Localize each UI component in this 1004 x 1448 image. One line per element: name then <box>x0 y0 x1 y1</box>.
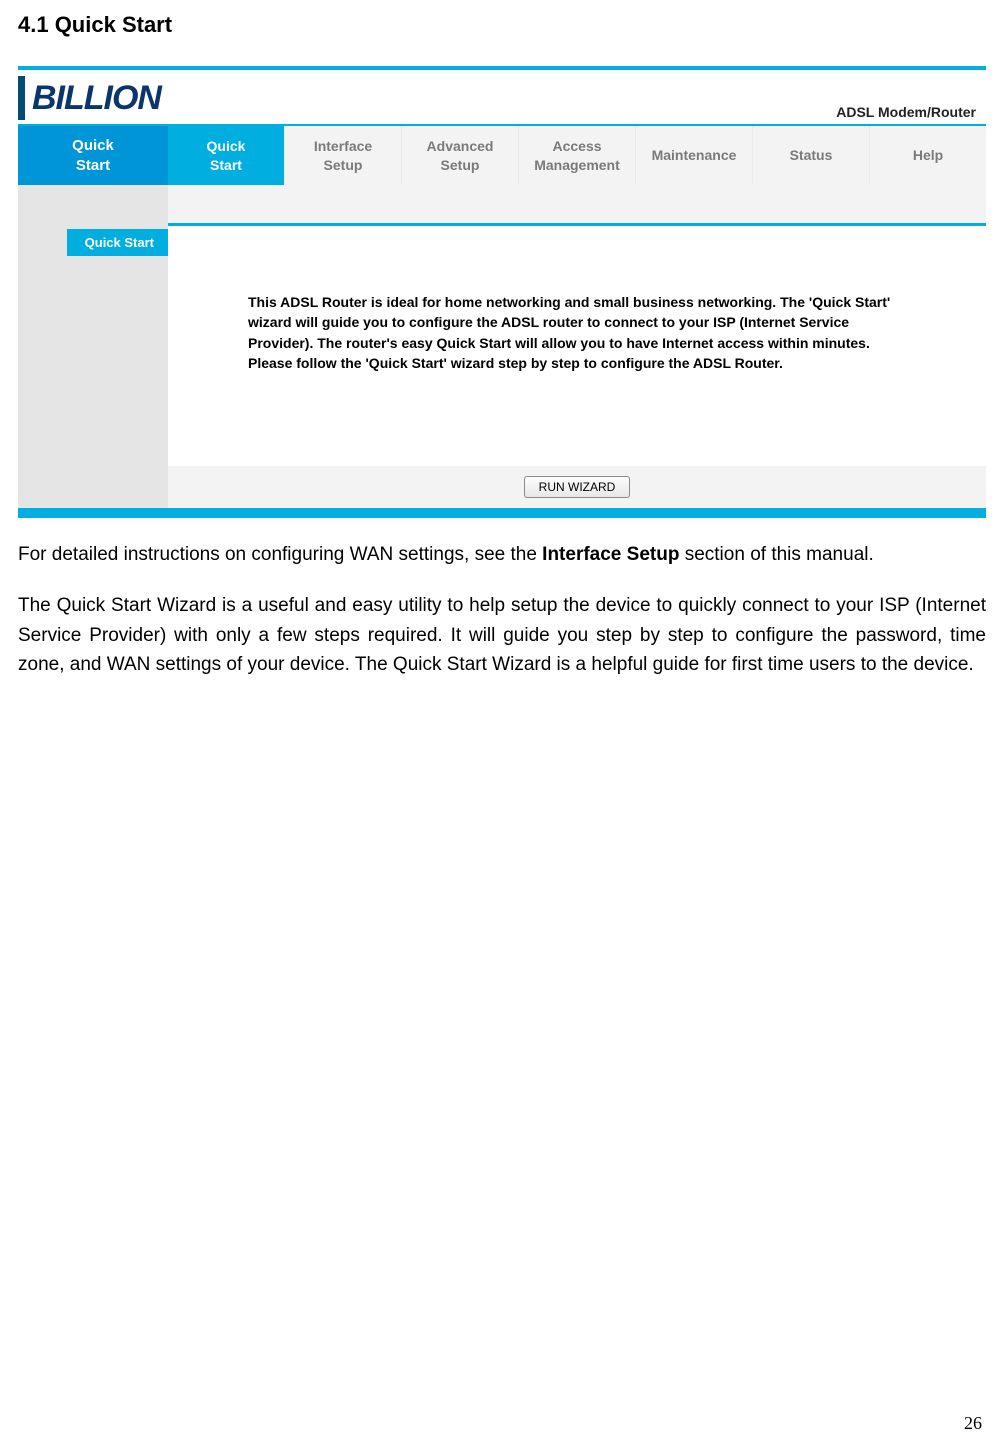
submenu-row <box>18 185 986 223</box>
content-row: This ADSL Router is ideal for home netwo… <box>18 256 986 466</box>
button-area: RUN WIZARD <box>168 466 986 508</box>
submenu-right-spacer <box>168 185 986 223</box>
brand-divider <box>18 76 25 120</box>
quick-start-badge: Quick Start <box>67 229 168 256</box>
product-label: ADSL Modem/Router <box>836 104 976 120</box>
tab-quick-start[interactable]: Quick Start <box>168 126 285 185</box>
submenu-left-spacer <box>18 185 168 223</box>
button-left-spacer <box>18 466 168 508</box>
button-row: RUN WIZARD <box>18 466 986 508</box>
paragraph-2: The Quick Start Wizard is a useful and e… <box>18 591 986 679</box>
tab-advanced-setup[interactable]: Advanced Setup <box>402 126 519 185</box>
tab-interface-setup[interactable]: Interface Setup <box>285 126 402 185</box>
tab-maintenance[interactable]: Maintenance <box>636 126 753 185</box>
brand-block: BILLION <box>18 76 161 120</box>
brand-logo: BILLION <box>32 81 161 115</box>
tab-access-management[interactable]: Access Management <box>519 126 636 185</box>
nav-row: Quick Start Quick Start Interface Setup … <box>18 126 986 185</box>
tab-help[interactable]: Help <box>870 126 986 185</box>
section-heading: 4.1 Quick Start <box>18 12 986 38</box>
side-column: Quick Start <box>18 126 168 185</box>
content-description: This ADSL Router is ideal for home netwo… <box>248 292 908 373</box>
page-number: 26 <box>964 1413 982 1434</box>
paragraph-1-suffix: section of this manual. <box>679 544 873 565</box>
run-wizard-button[interactable]: RUN WIZARD <box>524 476 631 498</box>
paragraph-1-prefix: For detailed instructions on configuring… <box>18 544 542 565</box>
quick-start-divider <box>168 223 986 256</box>
content-panel: This ADSL Router is ideal for home netwo… <box>168 256 986 466</box>
tab-status[interactable]: Status <box>753 126 870 185</box>
content-left-spacer <box>18 256 168 466</box>
quick-start-label-row: Quick Start <box>18 223 986 256</box>
side-title: Quick Start <box>18 126 168 185</box>
paragraph-1-bold: Interface Setup <box>542 544 679 565</box>
paragraph-1: For detailed instructions on configuring… <box>18 540 986 569</box>
bottom-accent-bar <box>18 508 986 518</box>
router-admin-screenshot: BILLION ADSL Modem/Router Quick Start Qu… <box>18 66 986 518</box>
tab-bar: Quick Start Interface Setup Advanced Set… <box>168 126 986 185</box>
quick-start-badge-cell: Quick Start <box>18 223 168 256</box>
screenshot-header: BILLION ADSL Modem/Router <box>18 70 986 126</box>
